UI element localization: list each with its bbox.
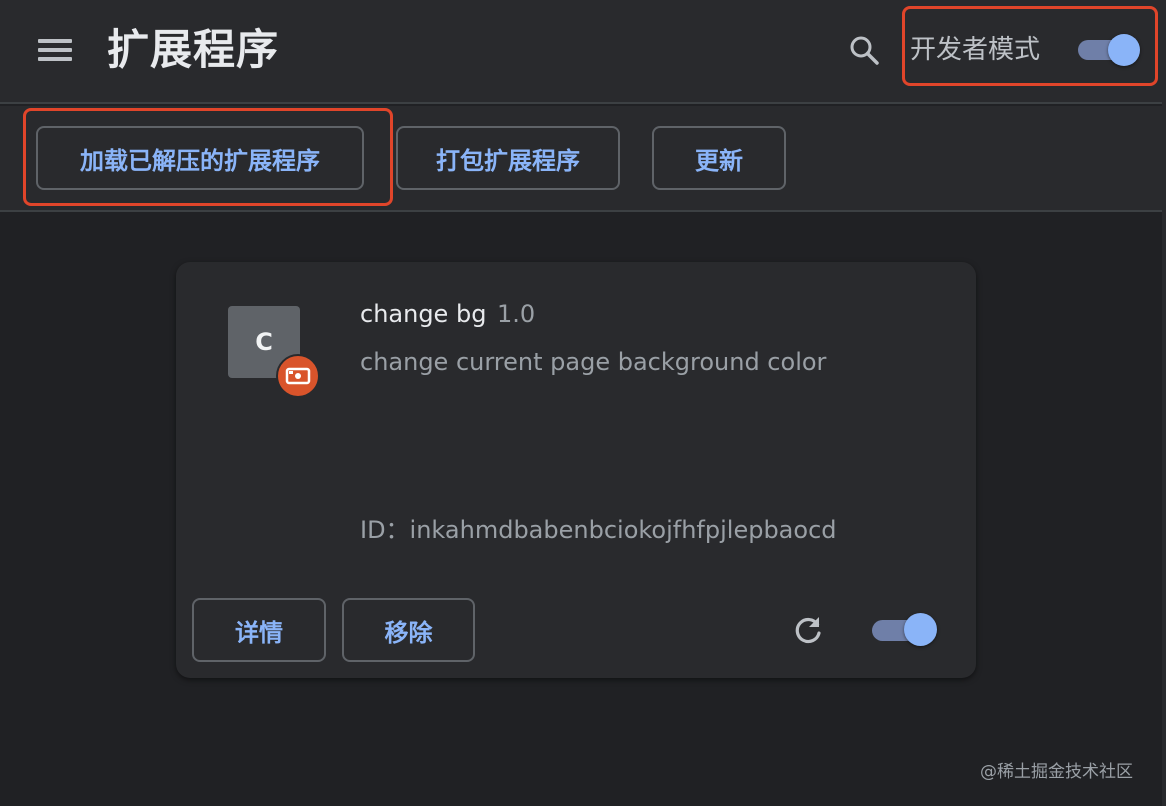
search-icon[interactable]	[846, 32, 882, 68]
reload-icon[interactable]	[790, 612, 826, 648]
window-edge	[1162, 0, 1166, 806]
menu-icon[interactable]	[38, 37, 74, 63]
remove-button[interactable]: 移除	[342, 598, 475, 662]
extension-name: change bg	[360, 300, 487, 328]
page-title: 扩展程序	[107, 25, 280, 74]
dev-mode-label: 开发者模式	[910, 35, 1041, 65]
unpacked-icon	[285, 367, 311, 385]
pack-extension-button[interactable]: 打包扩展程序	[396, 126, 620, 190]
dev-mode-toggle[interactable]	[1078, 32, 1142, 68]
details-button[interactable]: 详情	[192, 598, 326, 662]
extension-id: ID：inkahmdbabenbciokojfhfpjlepbaocd	[360, 516, 837, 544]
developer-badge-icon	[276, 354, 320, 398]
extension-enable-toggle[interactable]	[872, 613, 938, 647]
watermark: @稀土掘金技术社区	[980, 762, 1133, 782]
update-button[interactable]: 更新	[652, 126, 786, 190]
extensions-page: 扩展程序 开发者模式 加载已解压的扩展程序 打包扩展程序 更新 C change…	[0, 0, 1166, 806]
extension-version: 1.0	[497, 300, 536, 328]
extension-toggle-knob	[904, 613, 937, 646]
dev-mode-toggle-knob	[1108, 34, 1140, 66]
extension-description: change current page background color	[360, 348, 827, 376]
load-unpacked-button[interactable]: 加载已解压的扩展程序	[36, 126, 364, 190]
